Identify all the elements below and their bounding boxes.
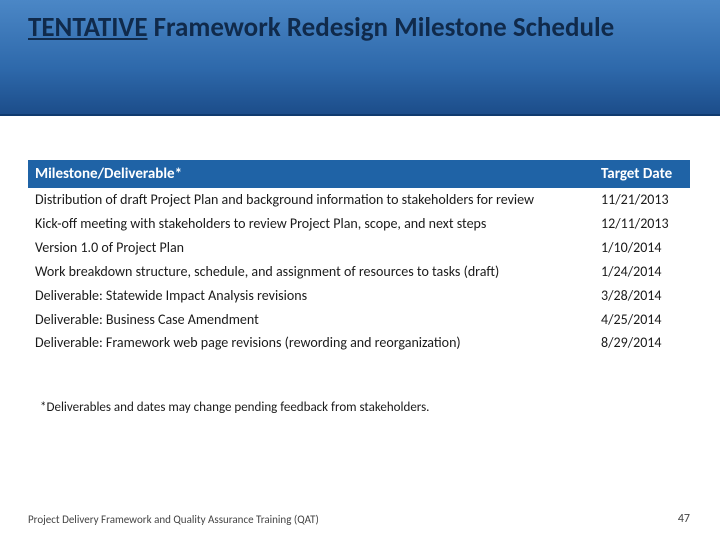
cell-milestone: Deliverable: Framework web page revision… <box>28 331 594 355</box>
footer-text: Project Delivery Framework and Quality A… <box>28 513 692 526</box>
cell-milestone: Deliverable: Statewide Impact Analysis r… <box>28 284 594 308</box>
cell-milestone: Work breakdown structure, schedule, and … <box>28 260 594 284</box>
cell-date: 12/11/2013 <box>594 212 690 236</box>
table-row: Deliverable: Business Case Amendment 4/2… <box>28 308 690 332</box>
cell-milestone: Deliverable: Business Case Amendment <box>28 308 594 332</box>
cell-date: 11/21/2013 <box>594 188 690 212</box>
cell-milestone: Kick-off meeting with stakeholders to re… <box>28 212 594 236</box>
cell-date: 1/24/2014 <box>594 260 690 284</box>
table-row: Distribution of draft Project Plan and b… <box>28 188 690 212</box>
table-row: Kick-off meeting with stakeholders to re… <box>28 212 690 236</box>
table-header-row: Milestone/Deliverable* Target Date <box>28 160 690 188</box>
milestone-table: Milestone/Deliverable* Target Date Distr… <box>28 160 690 355</box>
col-header-milestone: Milestone/Deliverable* <box>28 160 594 188</box>
page-number: 47 <box>678 512 690 526</box>
footnote: *Deliverables and dates may change pendi… <box>40 400 429 415</box>
title-prefix: TENTATIVE <box>28 11 148 44</box>
slide: { "title": { "prefix": "TENTATIVE", "res… <box>0 0 720 540</box>
col-header-date: Target Date <box>594 160 690 188</box>
cell-milestone: Distribution of draft Project Plan and b… <box>28 188 594 212</box>
page-title: TENTATIVE Framework Redesign Milestone S… <box>28 12 692 43</box>
cell-date: 8/29/2014 <box>594 331 690 355</box>
cell-date: 1/10/2014 <box>594 236 690 260</box>
cell-date: 3/28/2014 <box>594 284 690 308</box>
table-row: Deliverable: Framework web page revision… <box>28 331 690 355</box>
table-row: Work breakdown structure, schedule, and … <box>28 260 690 284</box>
cell-milestone: Version 1.0 of Project Plan <box>28 236 594 260</box>
table-row: Version 1.0 of Project Plan 1/10/2014 <box>28 236 690 260</box>
table-row: Deliverable: Statewide Impact Analysis r… <box>28 284 690 308</box>
title-rest: Framework Redesign Milestone Schedule <box>148 11 615 44</box>
milestone-table-wrap: Milestone/Deliverable* Target Date Distr… <box>28 160 690 355</box>
cell-date: 4/25/2014 <box>594 308 690 332</box>
